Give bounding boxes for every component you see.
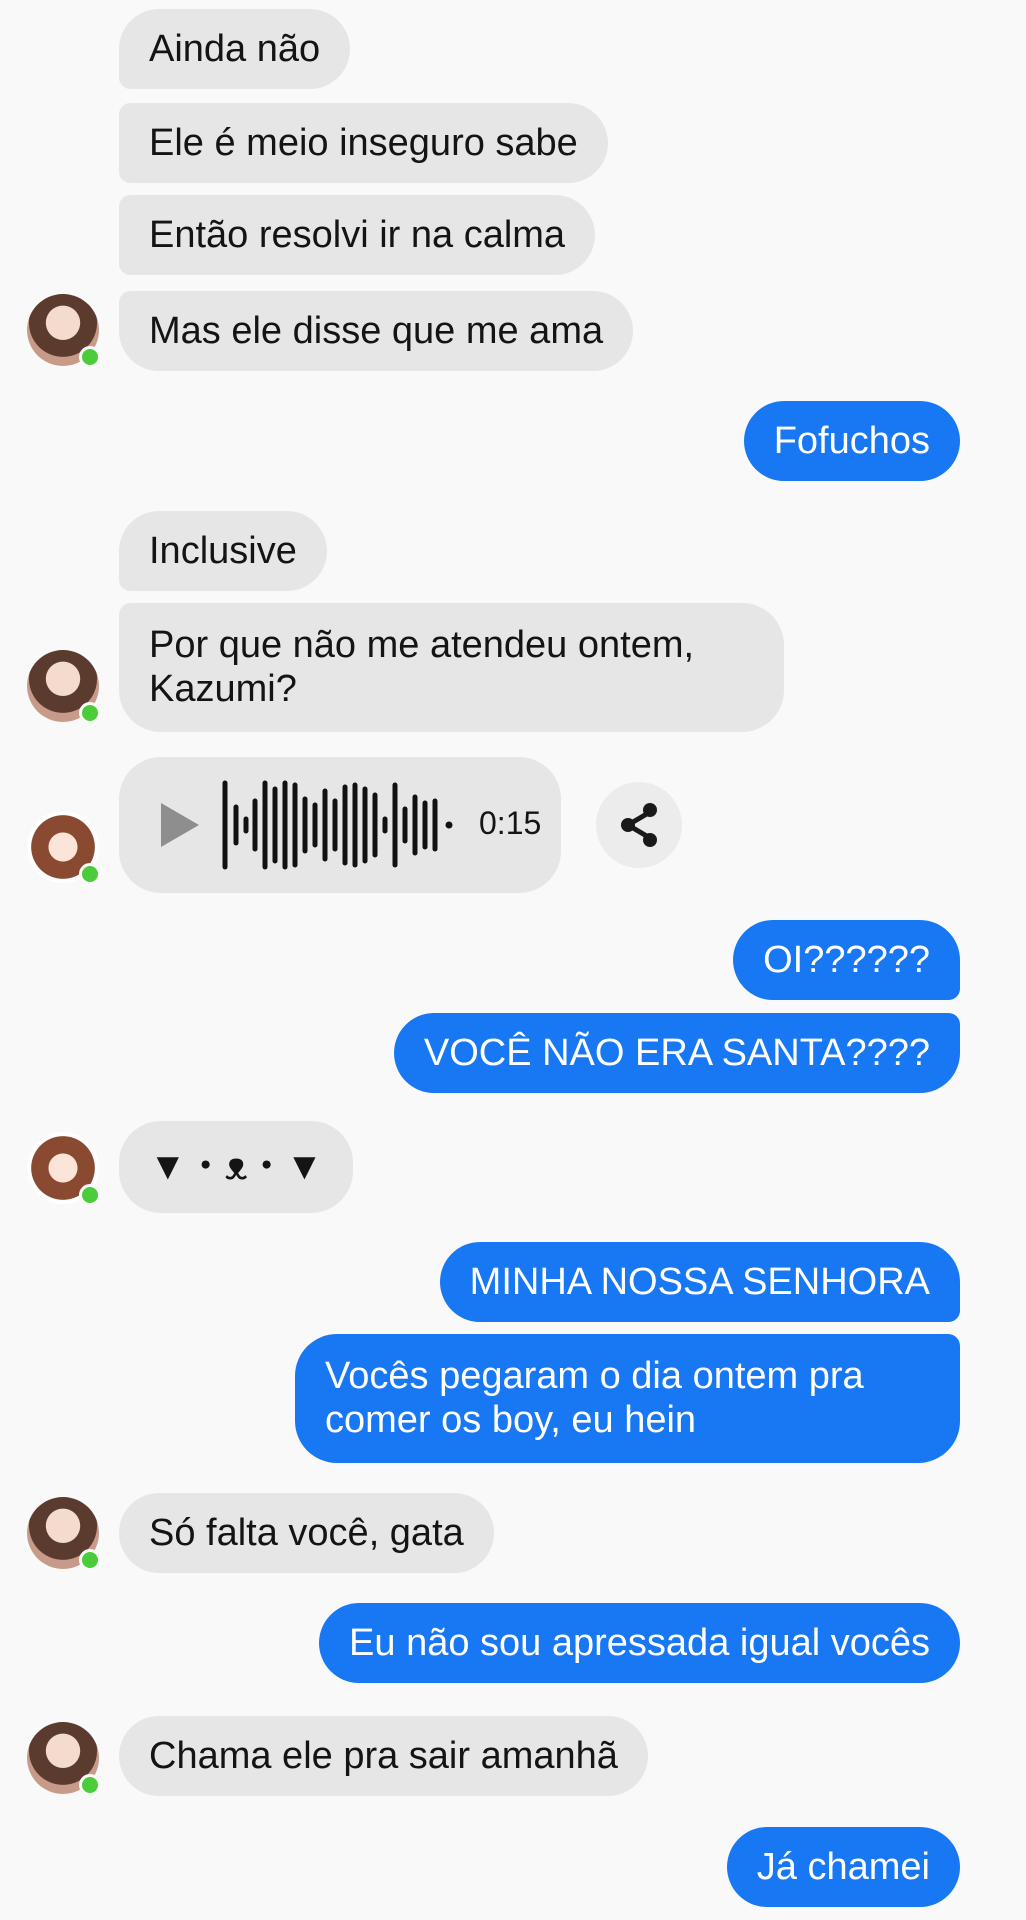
share-button[interactable] <box>596 782 682 868</box>
message-bubble-incoming[interactable]: ▼・ᴥ・▼ <box>119 1121 354 1213</box>
contact-avatar[interactable] <box>27 1497 101 1571</box>
message-bubble-outgoing[interactable]: VOCÊ NÃO ERA SANTA???? <box>393 1013 960 1093</box>
contact-avatar[interactable] <box>27 811 101 885</box>
message-bubble-outgoing[interactable]: Eu não sou apressada igual vocês <box>319 1603 960 1683</box>
online-status-dot <box>79 863 101 885</box>
audio-waveform[interactable] <box>219 775 469 875</box>
contact-avatar[interactable] <box>27 650 101 724</box>
message-bubble-outgoing[interactable]: Fofuchos <box>743 401 960 481</box>
message-bubble-outgoing[interactable]: MINHA NOSSA SENHORA <box>439 1242 960 1322</box>
online-status-dot <box>79 346 101 368</box>
play-icon[interactable] <box>161 803 199 847</box>
share-icon <box>621 803 657 847</box>
online-status-dot <box>79 1184 101 1206</box>
online-status-dot <box>79 702 101 724</box>
message-bubble-incoming[interactable]: Mas ele disse que me ama <box>119 291 634 371</box>
message-bubble-incoming[interactable]: Por que não me atendeu ontem, Kazumi? <box>119 603 784 732</box>
audio-message[interactable]: 0:15 <box>119 757 561 893</box>
online-status-dot <box>79 1774 101 1796</box>
message-bubble-outgoing[interactable]: Já chamei <box>726 1827 960 1907</box>
message-bubble-incoming[interactable]: Só falta você, gata <box>119 1493 494 1573</box>
message-bubble-outgoing[interactable]: Vocês pegaram o dia ontem pra comer os b… <box>295 1334 960 1463</box>
contact-avatar[interactable] <box>27 1722 101 1796</box>
audio-duration: 0:15 <box>479 805 542 841</box>
message-bubble-incoming[interactable]: Chama ele pra sair amanhã <box>119 1716 648 1796</box>
message-bubble-outgoing[interactable]: OI?????? <box>733 920 960 1000</box>
message-bubble-incoming[interactable]: Inclusive <box>119 511 327 591</box>
online-status-dot <box>79 1549 101 1571</box>
message-bubble-incoming[interactable]: Então resolvi ir na calma <box>119 195 596 275</box>
message-bubble-incoming[interactable]: Ainda não <box>119 9 351 89</box>
contact-avatar[interactable] <box>27 294 101 368</box>
message-bubble-incoming[interactable]: Ele é meio inseguro sabe <box>119 103 608 183</box>
contact-avatar[interactable] <box>27 1132 101 1206</box>
